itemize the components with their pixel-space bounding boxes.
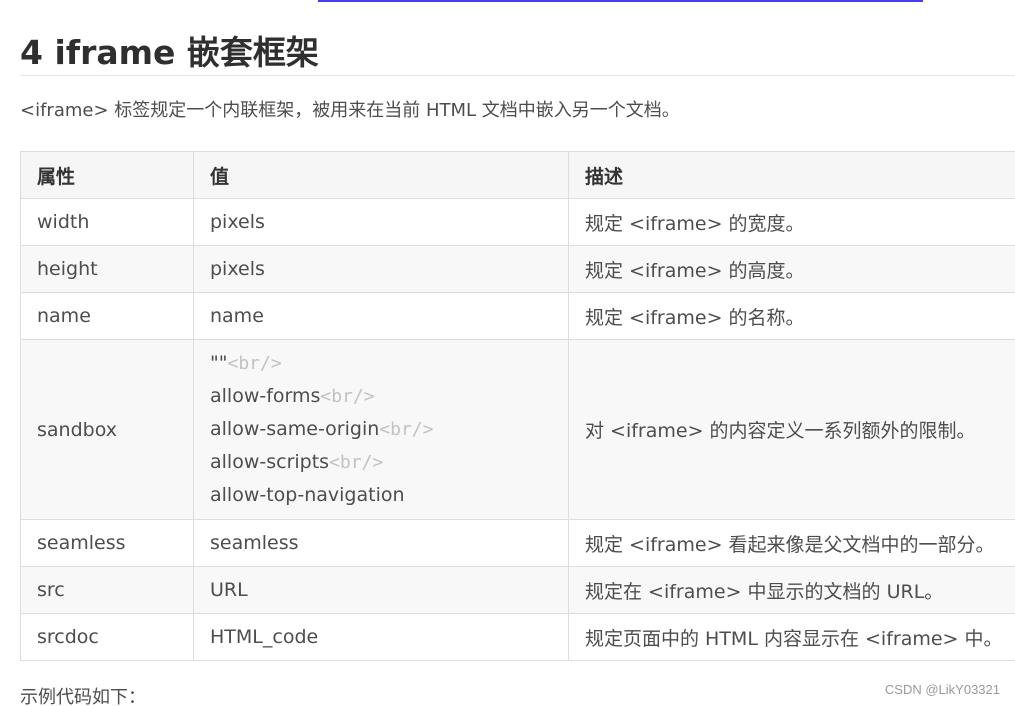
value-line: allow-same-origin<br/> [210, 413, 552, 446]
header-value: 值 [193, 151, 569, 199]
cell-attr: src [20, 566, 194, 614]
cell-attr: sandbox [20, 339, 194, 520]
value-line: allow-forms<br/> [210, 380, 552, 413]
value-line: allow-scripts<br/> [210, 446, 552, 479]
value-text: allow-forms [210, 385, 321, 407]
cell-desc: 规定 <iframe> 的名称。 [568, 292, 1015, 340]
cell-desc: 规定页面中的 HTML 内容显示在 <iframe> 中。 [568, 613, 1015, 661]
value-text: allow-scripts [210, 451, 330, 473]
cell-attr: seamless [20, 519, 194, 567]
cell-value: pixels [193, 198, 569, 246]
intro-paragraph: <iframe> 标签规定一个内联框架，被用来在当前 HTML 文档中嵌入另一个… [20, 100, 680, 121]
cell-attr: height [20, 245, 194, 293]
csdn-watermark: CSDN @LikY03321 [884, 682, 1000, 697]
cell-attr: width [20, 198, 194, 246]
cell-value: HTML_code [193, 613, 569, 661]
table-row: width pixels 规定 <iframe> 的宽度。 [20, 198, 1015, 246]
top-link-underline [318, 0, 923, 2]
cell-attr: srcdoc [20, 613, 194, 661]
value-text: allow-same-origin [210, 418, 380, 440]
table-row: seamless seamless 规定 <iframe> 看起来像是父文档中的… [20, 519, 1015, 567]
cell-desc: 规定 <iframe> 看起来像是父文档中的一部分。 [568, 519, 1015, 567]
cell-attr: name [20, 292, 194, 340]
br-tag: <br/> [329, 452, 384, 473]
cell-desc: 规定 <iframe> 的宽度。 [568, 198, 1015, 246]
value-line: ""<br/> [210, 347, 552, 380]
table-row: sandbox ""<br/> allow-forms<br/> allow-s… [20, 339, 1015, 520]
table-row: height pixels 规定 <iframe> 的高度。 [20, 245, 1015, 293]
cell-desc: 规定在 <iframe> 中显示的文档的 URL。 [568, 566, 1015, 614]
br-tag: <br/> [320, 386, 375, 407]
section-heading: 4 iframe 嵌套框架 [20, 30, 1015, 76]
cell-value: URL [193, 566, 569, 614]
table-row: srcdoc HTML_code 规定页面中的 HTML 内容显示在 <ifra… [20, 613, 1015, 661]
cell-value: seamless [193, 519, 569, 567]
value-text: allow-top-navigation [210, 484, 405, 506]
value-text: "" [210, 352, 228, 374]
table-row: name name 规定 <iframe> 的名称。 [20, 292, 1015, 340]
header-description: 描述 [568, 151, 1015, 199]
cell-value: pixels [193, 245, 569, 293]
table-row: src URL 规定在 <iframe> 中显示的文档的 URL。 [20, 566, 1015, 614]
cell-desc: 规定 <iframe> 的高度。 [568, 245, 1015, 293]
article-page: 4 iframe 嵌套框架 <iframe> 标签规定一个内联框架，被用来在当前… [0, 0, 1015, 706]
example-code-caption: 示例代码如下： [20, 687, 146, 706]
header-attribute: 属性 [20, 151, 194, 199]
iframe-attributes-table: 属性 值 描述 width pixels 规定 <iframe> 的宽度。 he… [20, 151, 1015, 661]
value-line: allow-top-navigation [210, 479, 552, 512]
br-tag: <br/> [227, 353, 282, 374]
cell-desc: 对 <iframe> 的内容定义一系列额外的限制。 [568, 339, 1015, 520]
table-header-row: 属性 值 描述 [20, 151, 1015, 199]
cell-value: name [193, 292, 569, 340]
cell-value-list: ""<br/> allow-forms<br/> allow-same-orig… [193, 339, 569, 520]
br-tag: <br/> [379, 419, 434, 440]
